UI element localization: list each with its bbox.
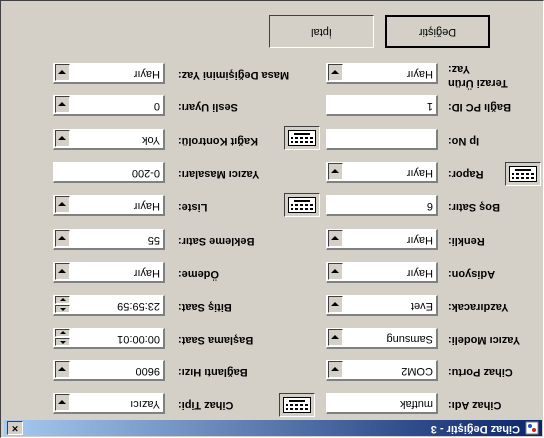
cihaz-portu-select[interactable]: COM2 bbox=[326, 360, 438, 381]
keyboard-button-cihaz-adi[interactable] bbox=[279, 393, 315, 417]
keyboard-button-bos-satir[interactable] bbox=[284, 193, 320, 217]
rapor-select[interactable]: Hayır bbox=[326, 162, 438, 183]
label-kagit-kontrolu: Kağıt Kontrolü: bbox=[178, 135, 259, 147]
spin-down-icon[interactable] bbox=[55, 329, 70, 337]
odeme-select[interactable]: Hayır bbox=[53, 262, 165, 283]
keyboard-icon bbox=[509, 166, 537, 182]
chevron-down-icon[interactable] bbox=[328, 64, 343, 81]
label-bagli-pc-id: Bağlı PC ID: bbox=[448, 101, 511, 113]
sesli-uyari-select[interactable]: 0 bbox=[53, 95, 165, 116]
keyboard-button-ip-no[interactable] bbox=[284, 126, 320, 150]
bitis-saat-spinner[interactable]: 23:59:59 bbox=[53, 295, 165, 316]
label-liste: Liste: bbox=[178, 201, 208, 213]
iptal-button[interactable]: İptal bbox=[269, 15, 374, 48]
ip-no-input[interactable] bbox=[326, 129, 438, 150]
label-odeme: Ödeme: bbox=[178, 268, 219, 280]
label-renkli: Renkli: bbox=[448, 235, 485, 247]
label-adisyon: Adisyon: bbox=[448, 268, 496, 280]
chevron-down-icon[interactable] bbox=[328, 296, 343, 313]
label-masa-degisimini-yaz: Masa Değişimini Yaz: bbox=[178, 69, 290, 81]
baslama-saat-spinner[interactable]: 00:00:01 bbox=[53, 328, 165, 349]
label-yazdiracak: Yazdıracak: bbox=[448, 301, 509, 313]
label-cihaz-portu: Cihaz Portu: bbox=[448, 366, 513, 378]
label-cihaz-tipi: Cihaz Tipi: bbox=[178, 399, 234, 411]
keyboard-icon bbox=[283, 397, 311, 413]
chevron-down-icon[interactable] bbox=[328, 230, 343, 247]
label-terazi-urun-line1: Terazi Ürün bbox=[448, 77, 508, 89]
yazici-modeli-select[interactable]: Samsung bbox=[326, 328, 438, 349]
label-bos-satir: Boş Satır: bbox=[448, 201, 500, 213]
spin-up-icon[interactable] bbox=[55, 305, 70, 313]
chevron-down-icon[interactable] bbox=[55, 263, 70, 280]
terazi-urun-select[interactable]: Hayır bbox=[326, 63, 438, 84]
label-ip-no: Ip No: bbox=[448, 135, 480, 147]
bekleme-satir-select[interactable]: 55 bbox=[53, 229, 165, 250]
title-bar[interactable]: Cihaz Değiştir - 3 × bbox=[4, 420, 542, 436]
renkli-select[interactable]: Hayır bbox=[326, 229, 438, 250]
chevron-down-icon[interactable] bbox=[328, 329, 343, 346]
masa-degisimini-yaz-select[interactable]: Hayır bbox=[53, 63, 165, 84]
chevron-down-icon[interactable] bbox=[55, 196, 70, 213]
spin-up-icon[interactable] bbox=[55, 338, 70, 346]
label-bitis-saat: Bitiş Saat: bbox=[178, 301, 232, 313]
cihaz-tipi-select[interactable]: Yazıcı bbox=[53, 393, 165, 414]
dialog-rotated-view: Cihaz Değiştir - 3 × Cihaz Adı: mutfak C… bbox=[0, 0, 544, 438]
keyboard-icon bbox=[288, 130, 316, 146]
label-sesli-uyari: Sesli Uyarı: bbox=[178, 101, 238, 113]
chevron-down-icon[interactable] bbox=[328, 361, 343, 378]
label-baslama-saat: Başlama Saat: bbox=[178, 334, 254, 346]
bos-satir-input[interactable]: 6 bbox=[326, 195, 438, 216]
spin-buttons[interactable] bbox=[55, 329, 70, 346]
label-cihaz-adi: Cihaz Adı: bbox=[448, 399, 502, 411]
chevron-down-icon[interactable] bbox=[55, 361, 70, 378]
spin-buttons[interactable] bbox=[55, 296, 70, 313]
keyboard-icon bbox=[288, 197, 316, 213]
liste-select[interactable]: Hayır bbox=[53, 195, 165, 216]
label-bekleme-satir: Bekleme Satır: bbox=[178, 235, 255, 247]
adisyon-select[interactable]: Hayır bbox=[326, 262, 438, 283]
chevron-down-icon[interactable] bbox=[55, 230, 70, 247]
chevron-down-icon[interactable] bbox=[55, 394, 70, 411]
chevron-down-icon[interactable] bbox=[55, 130, 70, 147]
label-baglanti-hizi: Bağlantı Hızı: bbox=[178, 366, 248, 378]
chevron-down-icon[interactable] bbox=[328, 163, 343, 180]
bagli-pc-id-input[interactable]: 1 bbox=[326, 95, 438, 116]
spin-down-icon[interactable] bbox=[55, 296, 70, 304]
chevron-down-icon[interactable] bbox=[55, 64, 70, 81]
window-title: Cihaz Değiştir - 3 bbox=[430, 423, 520, 435]
chevron-down-icon[interactable] bbox=[328, 263, 343, 280]
degistir-button[interactable]: Değiştir bbox=[385, 15, 490, 48]
keyboard-button-yazici-masalari[interactable] bbox=[505, 162, 541, 186]
app-icon bbox=[525, 421, 539, 435]
label-yazici-modeli: Yazıcı Modeli: bbox=[448, 334, 521, 346]
kagit-kontrolu-select[interactable]: Yok bbox=[53, 129, 165, 150]
yazdiracak-select[interactable]: Evet bbox=[326, 295, 438, 316]
cihaz-adi-input[interactable]: mutfak bbox=[326, 393, 438, 414]
label-yazici-masalari: Yazıcı Masaları: bbox=[178, 168, 260, 180]
chevron-down-icon[interactable] bbox=[55, 96, 70, 113]
yazici-masalari-input[interactable]: 0-200 bbox=[53, 162, 165, 183]
close-button[interactable]: × bbox=[7, 421, 23, 435]
label-terazi-urun-line2: Yaz: bbox=[448, 63, 471, 75]
baglanti-hizi-select[interactable]: 9600 bbox=[53, 360, 165, 381]
